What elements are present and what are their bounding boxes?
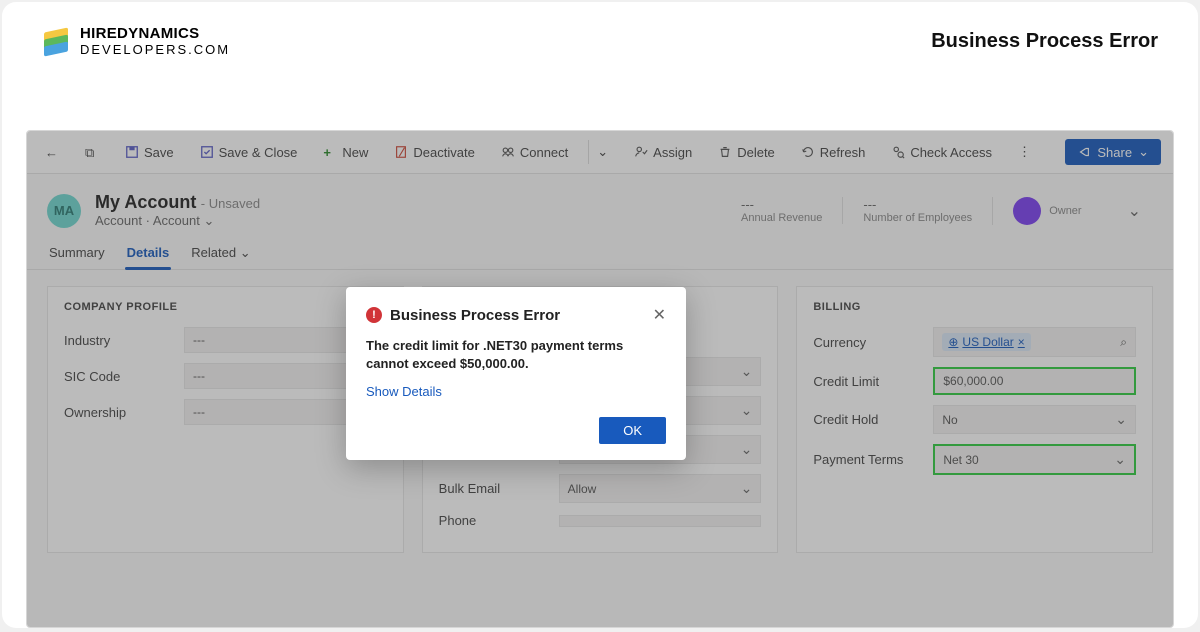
logo-icon — [42, 27, 70, 55]
error-dialog: ! Business Process Error ✕ The credit li… — [346, 287, 686, 460]
close-button[interactable]: ✕ — [653, 305, 666, 325]
logo-line2: DEVELOPERS.COM — [80, 43, 230, 57]
error-icon: ! — [366, 307, 382, 323]
page-title: Business Process Error — [931, 30, 1158, 53]
dialog-title: Business Process Error — [390, 307, 645, 324]
show-details-link[interactable]: Show Details — [366, 384, 666, 399]
logo: HIREDYNAMICS DEVELOPERS.COM — [42, 26, 230, 57]
logo-line1: HIREDYNAMICS — [80, 26, 230, 43]
dialog-message: The credit limit for .NET30 payment term… — [366, 337, 666, 372]
ok-button[interactable]: OK — [599, 417, 666, 444]
